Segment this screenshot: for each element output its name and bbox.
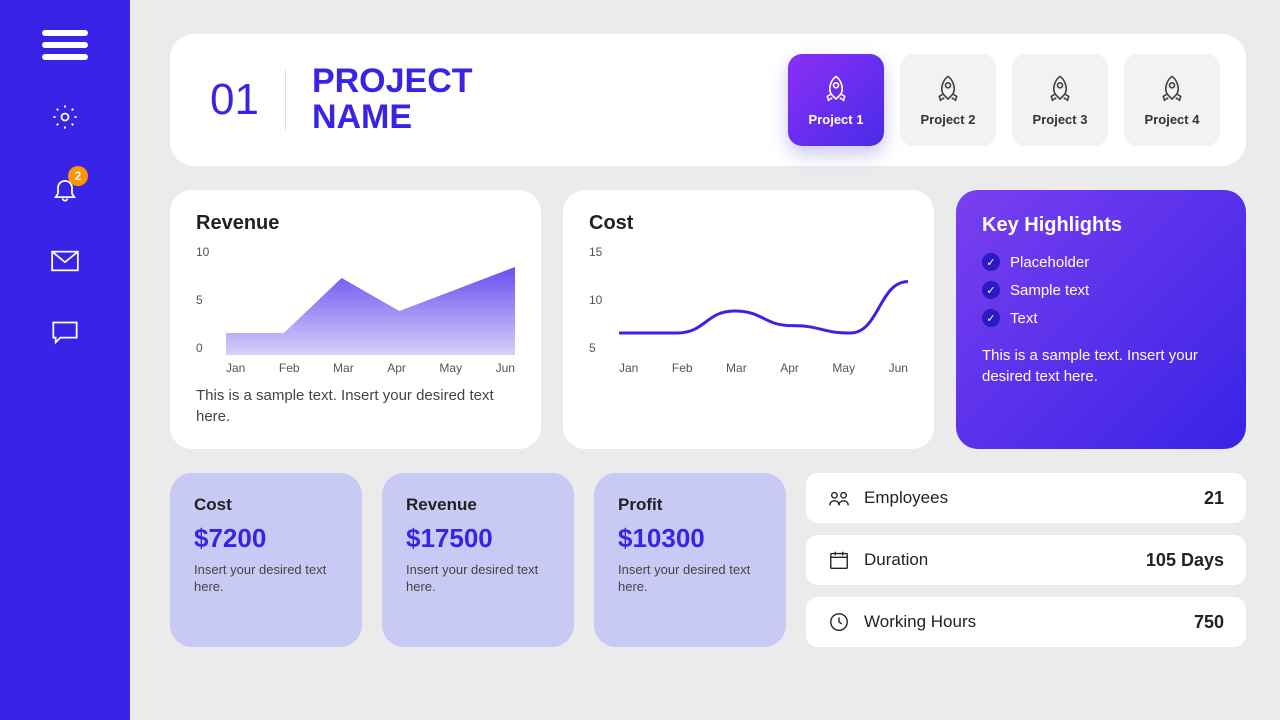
metric-value: $17500 xyxy=(406,523,550,554)
highlights-card: Key Highlights ✓Placeholder✓Sample text✓… xyxy=(956,190,1246,449)
cost-chart: 15105JanFebMarAprMayJun xyxy=(589,245,908,375)
highlights-list: ✓Placeholder ✓Sample text ✓Text xyxy=(982,253,1220,327)
revenue-chart: 1050JanFebMarAprMayJun xyxy=(196,245,515,375)
check-icon: ✓ xyxy=(982,281,1000,299)
revenue-caption: This is a sample text. Insert your desir… xyxy=(196,385,515,427)
gear-icon[interactable] xyxy=(50,102,80,132)
page-title: PROJECT NAME xyxy=(312,64,473,135)
metric-value: $10300 xyxy=(618,523,762,554)
stat-value: 750 xyxy=(1194,612,1224,633)
stat-label: Employees xyxy=(864,488,948,508)
revenue-title: Revenue xyxy=(196,212,515,235)
sidebar: 2 xyxy=(0,0,130,720)
check-icon: ✓ xyxy=(982,309,1000,327)
users-icon xyxy=(828,487,850,509)
mail-icon[interactable] xyxy=(50,246,80,276)
highlight-item: ✓Text xyxy=(982,309,1220,327)
stat-value: 105 Days xyxy=(1146,550,1224,571)
project-tab-label: Project 4 xyxy=(1145,112,1200,127)
project-number: 01 xyxy=(210,75,259,125)
project-tab-label: Project 1 xyxy=(809,112,864,127)
divider xyxy=(285,70,286,130)
revenue-card: Revenue 1050JanFebMarAprMayJun This is a… xyxy=(170,190,541,449)
menu-icon[interactable] xyxy=(42,30,88,60)
main-content: 01 PROJECT NAME Project 1Project 2Projec… xyxy=(130,0,1280,720)
chat-icon[interactable] xyxy=(50,318,80,348)
metric-card-cost: Cost $7200 Insert your desired text here. xyxy=(170,473,362,647)
project-tab-3[interactable]: Project 3 xyxy=(1012,54,1108,146)
highlights-title: Key Highlights xyxy=(982,214,1220,237)
stat-row-employees: Employees 21 xyxy=(806,473,1246,523)
highlight-item: ✓Sample text xyxy=(982,281,1220,299)
metric-label: Profit xyxy=(618,495,762,515)
bell-icon[interactable]: 2 xyxy=(50,174,80,204)
metric-desc: Insert your desired text here. xyxy=(194,562,338,596)
metric-label: Cost xyxy=(194,495,338,515)
stat-label: Working Hours xyxy=(864,612,976,632)
check-icon: ✓ xyxy=(982,253,1000,271)
stat-value: 21 xyxy=(1204,488,1224,509)
highlights-desc: This is a sample text. Insert your desir… xyxy=(982,345,1220,387)
metric-card-revenue: Revenue $17500 Insert your desired text he… xyxy=(382,473,574,647)
project-tabs: Project 1 Project 2 Project 3 Project 4 xyxy=(788,54,1220,146)
stat-label: Duration xyxy=(864,550,928,570)
highlight-item: ✓Placeholder xyxy=(982,253,1220,271)
calendar-icon xyxy=(828,549,850,571)
project-tab-2[interactable]: Project 2 xyxy=(900,54,996,146)
header-card: 01 PROJECT NAME Project 1Project 2Projec… xyxy=(170,34,1246,166)
metric-desc: Insert your desired text here. xyxy=(406,562,550,596)
bottom-row: Cost$7200Insert your desired text here.R… xyxy=(170,473,1246,647)
metric-value: $7200 xyxy=(194,523,338,554)
stat-row-duration: Duration 105 Days xyxy=(806,535,1246,585)
cost-card: Cost 15105JanFebMarAprMayJun xyxy=(563,190,934,449)
stats-column: Employees 21 Duration 105 Days Working Hours… xyxy=(806,473,1246,647)
project-tab-label: Project 3 xyxy=(1033,112,1088,127)
cost-title: Cost xyxy=(589,212,908,235)
metric-card-profit: Profit $10300 Insert your desired text her… xyxy=(594,473,786,647)
metric-desc: Insert your desired text here. xyxy=(618,562,762,596)
stat-row-working-hours: Working Hours 750 xyxy=(806,597,1246,647)
charts-row: Revenue 1050JanFebMarAprMayJun This is a… xyxy=(170,190,1246,449)
metric-label: Revenue xyxy=(406,495,550,515)
project-tab-label: Project 2 xyxy=(921,112,976,127)
project-tab-1[interactable]: Project 1 xyxy=(788,54,884,146)
clock-icon xyxy=(828,611,850,633)
notification-badge: 2 xyxy=(68,166,88,186)
project-tab-4[interactable]: Project 4 xyxy=(1124,54,1220,146)
